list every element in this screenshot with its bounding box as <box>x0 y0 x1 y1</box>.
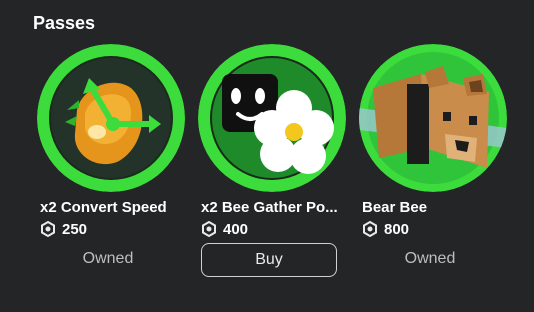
pass-name: Bear Bee <box>362 199 428 216</box>
robux-icon <box>362 220 378 238</box>
pass-price: 250 <box>62 220 88 238</box>
robux-icon <box>201 220 217 238</box>
bear-bee-icon[interactable] <box>359 44 507 192</box>
robux-icon <box>40 220 56 238</box>
section-title: Passes <box>33 13 96 33</box>
owned-label: Owned <box>82 250 134 267</box>
price-row: 250 <box>40 220 87 238</box>
pass-price: 400 <box>223 220 249 238</box>
pass-price: 800 <box>384 220 410 238</box>
owned-label: Owned <box>404 250 456 267</box>
price-row: 800 <box>362 220 409 238</box>
bee-flower-icon[interactable] <box>198 44 346 192</box>
buy-button[interactable]: Buy <box>201 243 337 277</box>
pass-name: x2 Bee Gather Po... <box>201 199 338 216</box>
honey-convert-icon[interactable] <box>37 44 185 192</box>
price-row: 400 <box>201 220 248 238</box>
pass-name: x2 Convert Speed <box>40 199 167 216</box>
